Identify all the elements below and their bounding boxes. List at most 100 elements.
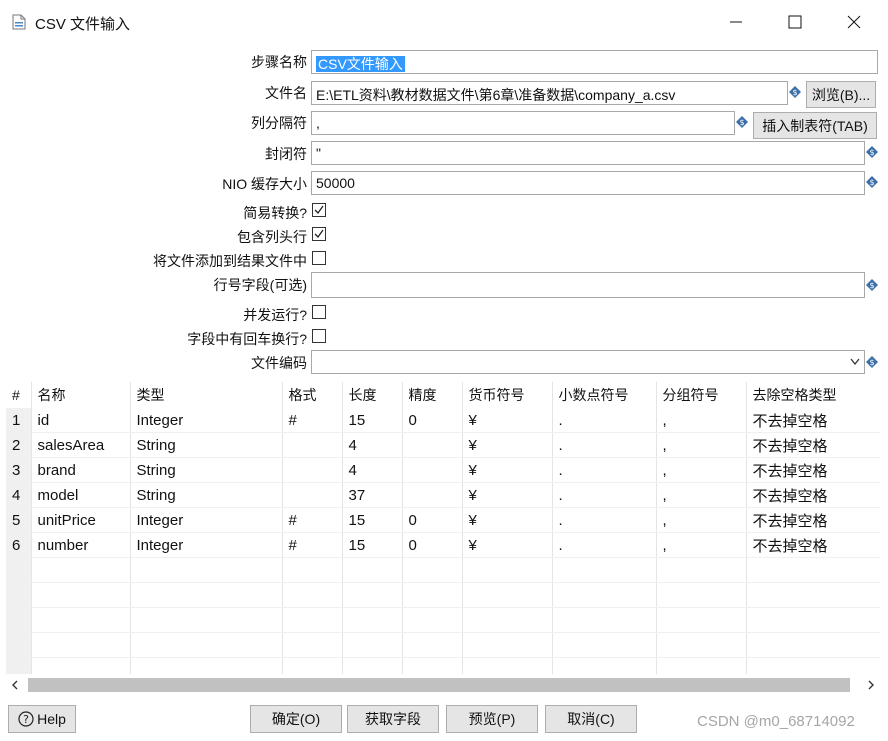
table-cell[interactable]: 4 — [342, 457, 403, 483]
table-cell[interactable]: 不去掉空格 — [746, 457, 880, 483]
table-row[interactable]: 5 unitPrice Integer #15 0 ¥., 不去掉空格 — [6, 507, 880, 533]
table-cell[interactable]: 不去掉空格 — [746, 432, 880, 458]
table-cell[interactable]: , — [656, 482, 747, 508]
table-cell[interactable] — [31, 557, 131, 583]
table-cell[interactable] — [31, 657, 131, 674]
table-cell[interactable] — [552, 657, 657, 674]
chevron-left-icon[interactable] — [11, 680, 19, 690]
table-cell[interactable] — [342, 632, 403, 658]
table-cell[interactable]: ¥ — [462, 457, 553, 483]
nio-buffer-input[interactable]: 50000 — [311, 171, 865, 195]
table-cell[interactable]: model — [31, 482, 131, 508]
table-cell[interactable] — [746, 632, 880, 658]
table-cell[interactable] — [462, 632, 553, 658]
table-cell[interactable]: , — [656, 408, 747, 433]
get-fields-button[interactable]: 获取字段 — [347, 705, 439, 733]
table-cell[interactable]: . — [552, 507, 657, 533]
table-cell[interactable]: 不去掉空格 — [746, 482, 880, 508]
table-cell[interactable] — [402, 657, 463, 674]
table-cell[interactable]: 37 — [342, 482, 403, 508]
table-cell[interactable] — [130, 657, 283, 674]
enclosure-input[interactable]: " — [311, 141, 865, 165]
table-row[interactable]: 1 id Integer #15 0 ¥., 不去掉空格 — [6, 408, 880, 433]
table-cell[interactable]: # — [282, 408, 343, 433]
column-header[interactable]: 去除空格类型 — [746, 382, 880, 408]
filename-input[interactable]: E:\ETL资料\教材数据文件\第6章\准备数据\company_a.csv — [311, 81, 788, 105]
table-cell[interactable]: 不去掉空格 — [746, 507, 880, 533]
table-cell[interactable] — [462, 557, 553, 583]
table-cell[interactable]: 15 — [342, 532, 403, 558]
table-cell[interactable] — [462, 607, 553, 633]
lazy-conversion-checkbox[interactable] — [312, 203, 326, 217]
table-cell[interactable]: , — [656, 432, 747, 458]
add-filename-checkbox[interactable] — [312, 251, 326, 265]
table-cell[interactable] — [402, 557, 463, 583]
table-cell[interactable] — [342, 582, 403, 608]
table-cell[interactable] — [31, 582, 131, 608]
encoding-select[interactable] — [311, 350, 865, 374]
table-cell[interactable]: , — [656, 532, 747, 558]
table-cell[interactable] — [282, 432, 343, 458]
table-cell[interactable]: . — [552, 457, 657, 483]
table-cell[interactable] — [552, 607, 657, 633]
cancel-button[interactable]: 取消(C) — [545, 705, 637, 733]
table-cell[interactable] — [130, 582, 283, 608]
column-header[interactable]: # — [6, 382, 32, 408]
table-cell[interactable] — [746, 607, 880, 633]
empty-table-row[interactable] — [6, 632, 880, 658]
table-cell[interactable]: brand — [31, 457, 131, 483]
table-cell[interactable] — [656, 657, 747, 674]
table-cell[interactable] — [656, 607, 747, 633]
column-header[interactable]: 格式 — [282, 382, 343, 408]
table-cell[interactable] — [746, 557, 880, 583]
table-cell[interactable] — [282, 582, 343, 608]
column-header[interactable]: 精度 — [402, 382, 463, 408]
column-header[interactable]: 长度 — [342, 382, 403, 408]
table-cell[interactable] — [342, 657, 403, 674]
table-cell[interactable] — [402, 432, 463, 458]
column-header[interactable]: 小数点符号 — [552, 382, 657, 408]
table-cell[interactable] — [31, 607, 131, 633]
table-cell[interactable]: ¥ — [462, 507, 553, 533]
step-name-input[interactable]: CSV文件输入 — [311, 50, 878, 74]
table-cell[interactable]: Integer — [130, 507, 283, 533]
table-cell[interactable]: . — [552, 408, 657, 433]
table-cell[interactable] — [342, 557, 403, 583]
table-row[interactable]: 3 brand String 4 ¥., 不去掉空格 — [6, 457, 880, 483]
help-button[interactable]: ? Help — [8, 705, 76, 733]
table-cell[interactable] — [552, 582, 657, 608]
table-cell[interactable] — [746, 582, 880, 608]
table-cell[interactable] — [130, 557, 283, 583]
scrollbar-thumb[interactable] — [28, 678, 850, 692]
table-cell[interactable] — [462, 657, 553, 674]
table-cell[interactable] — [282, 557, 343, 583]
table-cell[interactable]: , — [656, 507, 747, 533]
insert-tab-button[interactable]: 插入制表符(TAB) — [753, 112, 877, 139]
table-cell[interactable] — [552, 557, 657, 583]
table-cell[interactable] — [656, 582, 747, 608]
table-cell[interactable] — [31, 632, 131, 658]
table-cell[interactable] — [746, 657, 880, 674]
table-row[interactable]: 2 salesArea String 4 ¥., 不去掉空格 — [6, 432, 880, 458]
empty-table-row[interactable] — [6, 582, 880, 608]
browse-button[interactable]: 浏览(B)... — [806, 81, 876, 108]
table-cell[interactable] — [282, 607, 343, 633]
table-cell[interactable]: 15 — [342, 408, 403, 433]
column-header[interactable]: 货币符号 — [462, 382, 553, 408]
table-cell[interactable]: String — [130, 457, 283, 483]
table-cell[interactable]: . — [552, 432, 657, 458]
table-cell[interactable] — [282, 482, 343, 508]
table-cell[interactable]: salesArea — [31, 432, 131, 458]
delimiter-input[interactable]: , — [311, 111, 735, 135]
table-cell[interactable]: ¥ — [462, 482, 553, 508]
table-cell[interactable]: # — [282, 532, 343, 558]
table-cell[interactable]: unitPrice — [31, 507, 131, 533]
table-cell[interactable] — [282, 632, 343, 658]
fields-table[interactable]: # 名称 类型 格式 长度 精度 货币符号 小数点符号 分组符号 去除空格类型 … — [6, 382, 880, 674]
horizontal-scrollbar[interactable] — [6, 676, 880, 694]
table-cell[interactable]: ¥ — [462, 532, 553, 558]
table-cell[interactable] — [402, 482, 463, 508]
table-cell[interactable] — [402, 582, 463, 608]
table-row[interactable]: 6 number Integer #15 0 ¥., 不去掉空格 — [6, 532, 880, 558]
table-cell[interactable] — [552, 632, 657, 658]
